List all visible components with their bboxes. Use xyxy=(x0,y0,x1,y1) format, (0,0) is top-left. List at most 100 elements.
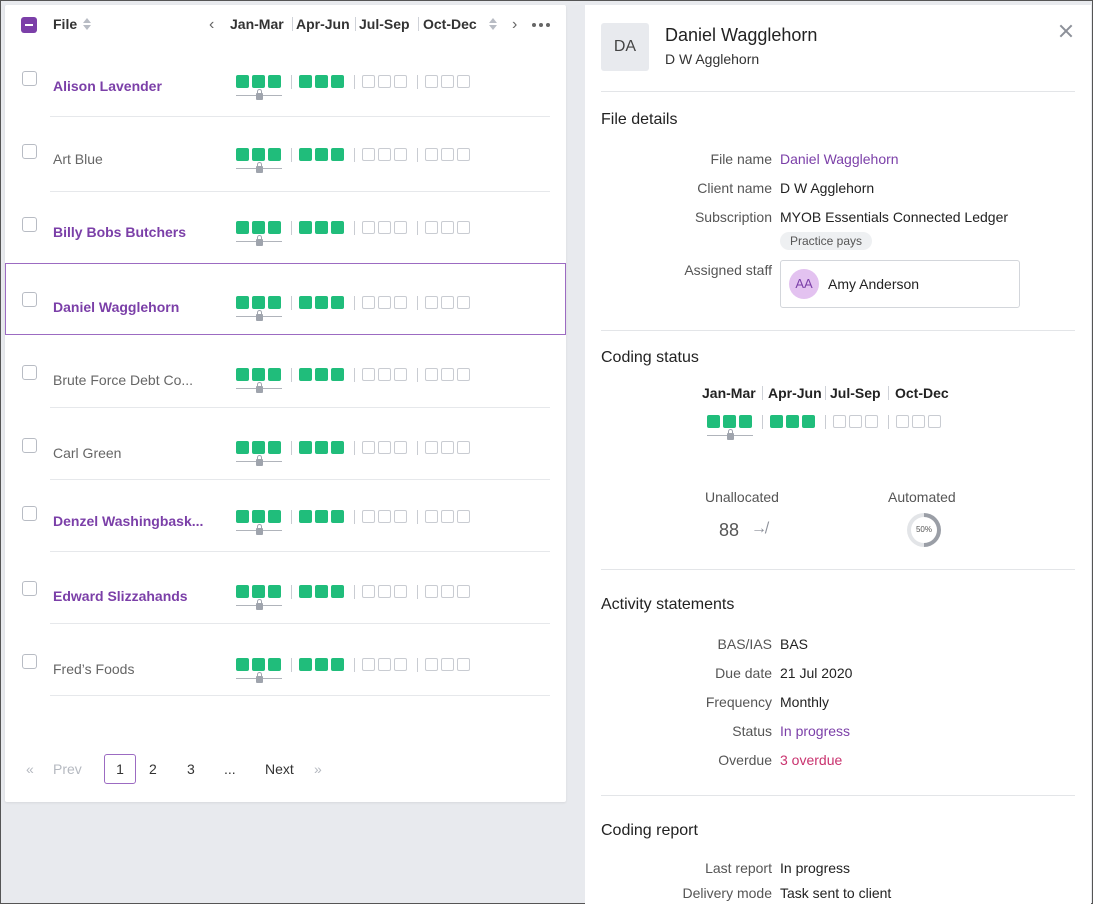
period-complete-indicator xyxy=(236,148,249,161)
period-complete-indicator xyxy=(315,221,328,234)
period-pending-indicator xyxy=(441,221,454,234)
row-checkbox[interactable] xyxy=(22,581,37,596)
lock-icon xyxy=(256,89,263,100)
quarter-header-divider xyxy=(292,17,293,31)
file-name[interactable]: Billy Bobs Butchers xyxy=(53,224,186,240)
client-name-value: D W Agglehorn xyxy=(780,180,875,196)
more-horizontal-icon[interactable] xyxy=(532,23,550,27)
subscription-label: Subscription xyxy=(694,209,772,225)
coding-report-title: Coding report xyxy=(601,822,698,839)
period-pending-indicator xyxy=(378,296,391,309)
row-checkbox[interactable] xyxy=(22,71,37,86)
next-page-button[interactable]: Next xyxy=(265,761,294,777)
page-button[interactable]: 3 xyxy=(187,761,195,777)
lock-icon xyxy=(256,672,263,683)
period-pending-indicator xyxy=(425,368,438,381)
chevron-right-icon[interactable]: › xyxy=(512,17,517,33)
period-complete-indicator xyxy=(252,221,265,234)
row-checkbox[interactable] xyxy=(22,506,37,521)
page-button-current[interactable]: 1 xyxy=(104,754,136,784)
period-complete-indicator xyxy=(268,658,281,671)
period-complete-indicator xyxy=(268,75,281,88)
activity-statements-title: Activity statements xyxy=(601,596,735,613)
status-link[interactable]: In progress xyxy=(780,723,850,739)
row-checkbox[interactable] xyxy=(22,654,37,669)
period-pending-indicator xyxy=(425,585,438,598)
period-complete-indicator xyxy=(739,415,752,428)
quarter-divider xyxy=(417,585,418,599)
quarter-header-jan-mar: Jan-Mar xyxy=(230,16,284,32)
sort-icon[interactable] xyxy=(83,18,91,30)
period-complete-indicator xyxy=(268,510,281,523)
period-pending-indicator xyxy=(865,415,878,428)
file-name[interactable]: Alison Lavender xyxy=(53,78,162,94)
lock-icon xyxy=(256,524,263,535)
period-pending-indicator xyxy=(394,148,407,161)
row-checkbox[interactable] xyxy=(22,217,37,232)
period-pending-indicator xyxy=(362,221,375,234)
period-complete-indicator xyxy=(299,441,312,454)
quarter-divider xyxy=(291,221,292,235)
period-complete-indicator xyxy=(268,221,281,234)
file-name[interactable]: Daniel Wagglehorn xyxy=(53,299,179,315)
automated-donut: 50% xyxy=(907,513,941,547)
period-pending-indicator xyxy=(394,296,407,309)
last-report-label: Last report xyxy=(705,860,772,876)
assigned-staff-selector[interactable]: AA Amy Anderson xyxy=(780,260,1020,308)
select-all-checkbox[interactable] xyxy=(21,17,37,33)
page-ellipsis: ... xyxy=(224,761,236,777)
close-icon[interactable] xyxy=(1058,23,1074,39)
period-pending-indicator xyxy=(441,585,454,598)
delivery-mode-label: Delivery mode xyxy=(682,885,772,901)
period-complete-indicator xyxy=(331,658,344,671)
quarter-header-divider xyxy=(355,17,356,31)
file-name[interactable]: Denzel Washingbask... xyxy=(53,513,203,529)
period-pending-indicator xyxy=(896,415,909,428)
period-complete-indicator xyxy=(299,585,312,598)
period-pending-indicator xyxy=(441,296,454,309)
file-name: Fred’s Foods xyxy=(53,661,135,677)
period-complete-indicator xyxy=(331,296,344,309)
page-button[interactable]: 2 xyxy=(149,761,157,777)
row-divider xyxy=(50,551,550,552)
period-complete-indicator xyxy=(331,510,344,523)
period-pending-indicator xyxy=(457,148,470,161)
allocate-arrow-icon[interactable]: ↛ xyxy=(751,520,767,538)
row-checkbox[interactable] xyxy=(22,365,37,380)
file-name[interactable]: Edward Slizzahands xyxy=(53,588,188,604)
first-page-icon[interactable]: « xyxy=(26,761,34,777)
prev-page-button[interactable]: Prev xyxy=(53,761,82,777)
period-pending-indicator xyxy=(378,148,391,161)
period-complete-indicator xyxy=(252,658,265,671)
file-column-header[interactable]: File xyxy=(53,16,77,32)
period-complete-indicator xyxy=(770,415,783,428)
file-detail-panel: DA Daniel Wagglehorn D W Agglehorn File … xyxy=(585,5,1091,904)
period-complete-indicator xyxy=(236,221,249,234)
period-pending-indicator xyxy=(378,510,391,523)
period-complete-indicator xyxy=(268,585,281,598)
file-name-link[interactable]: Daniel Wagglehorn xyxy=(780,151,899,167)
overdue-link[interactable]: 3 overdue xyxy=(780,752,842,768)
sort-icon[interactable] xyxy=(489,18,497,30)
subscription-value: MYOB Essentials Connected Ledger xyxy=(780,209,1009,225)
row-divider xyxy=(50,695,550,696)
last-page-icon[interactable]: » xyxy=(314,761,322,777)
period-pending-indicator xyxy=(362,368,375,381)
period-pending-indicator xyxy=(378,441,391,454)
period-pending-indicator xyxy=(394,510,407,523)
row-checkbox[interactable] xyxy=(22,292,37,307)
period-complete-indicator xyxy=(252,148,265,161)
period-pending-indicator xyxy=(833,415,846,428)
row-checkbox[interactable] xyxy=(22,144,37,159)
period-pending-indicator xyxy=(425,441,438,454)
chevron-left-icon[interactable]: ‹ xyxy=(209,17,214,33)
period-pending-indicator xyxy=(394,221,407,234)
period-complete-indicator xyxy=(268,368,281,381)
quarter-divider xyxy=(291,441,292,455)
file-name-label: File name xyxy=(710,151,772,167)
period-pending-indicator xyxy=(362,296,375,309)
row-checkbox[interactable] xyxy=(22,438,37,453)
due-date-label: Due date xyxy=(715,665,772,681)
period-pending-indicator xyxy=(362,585,375,598)
period-complete-indicator xyxy=(252,368,265,381)
